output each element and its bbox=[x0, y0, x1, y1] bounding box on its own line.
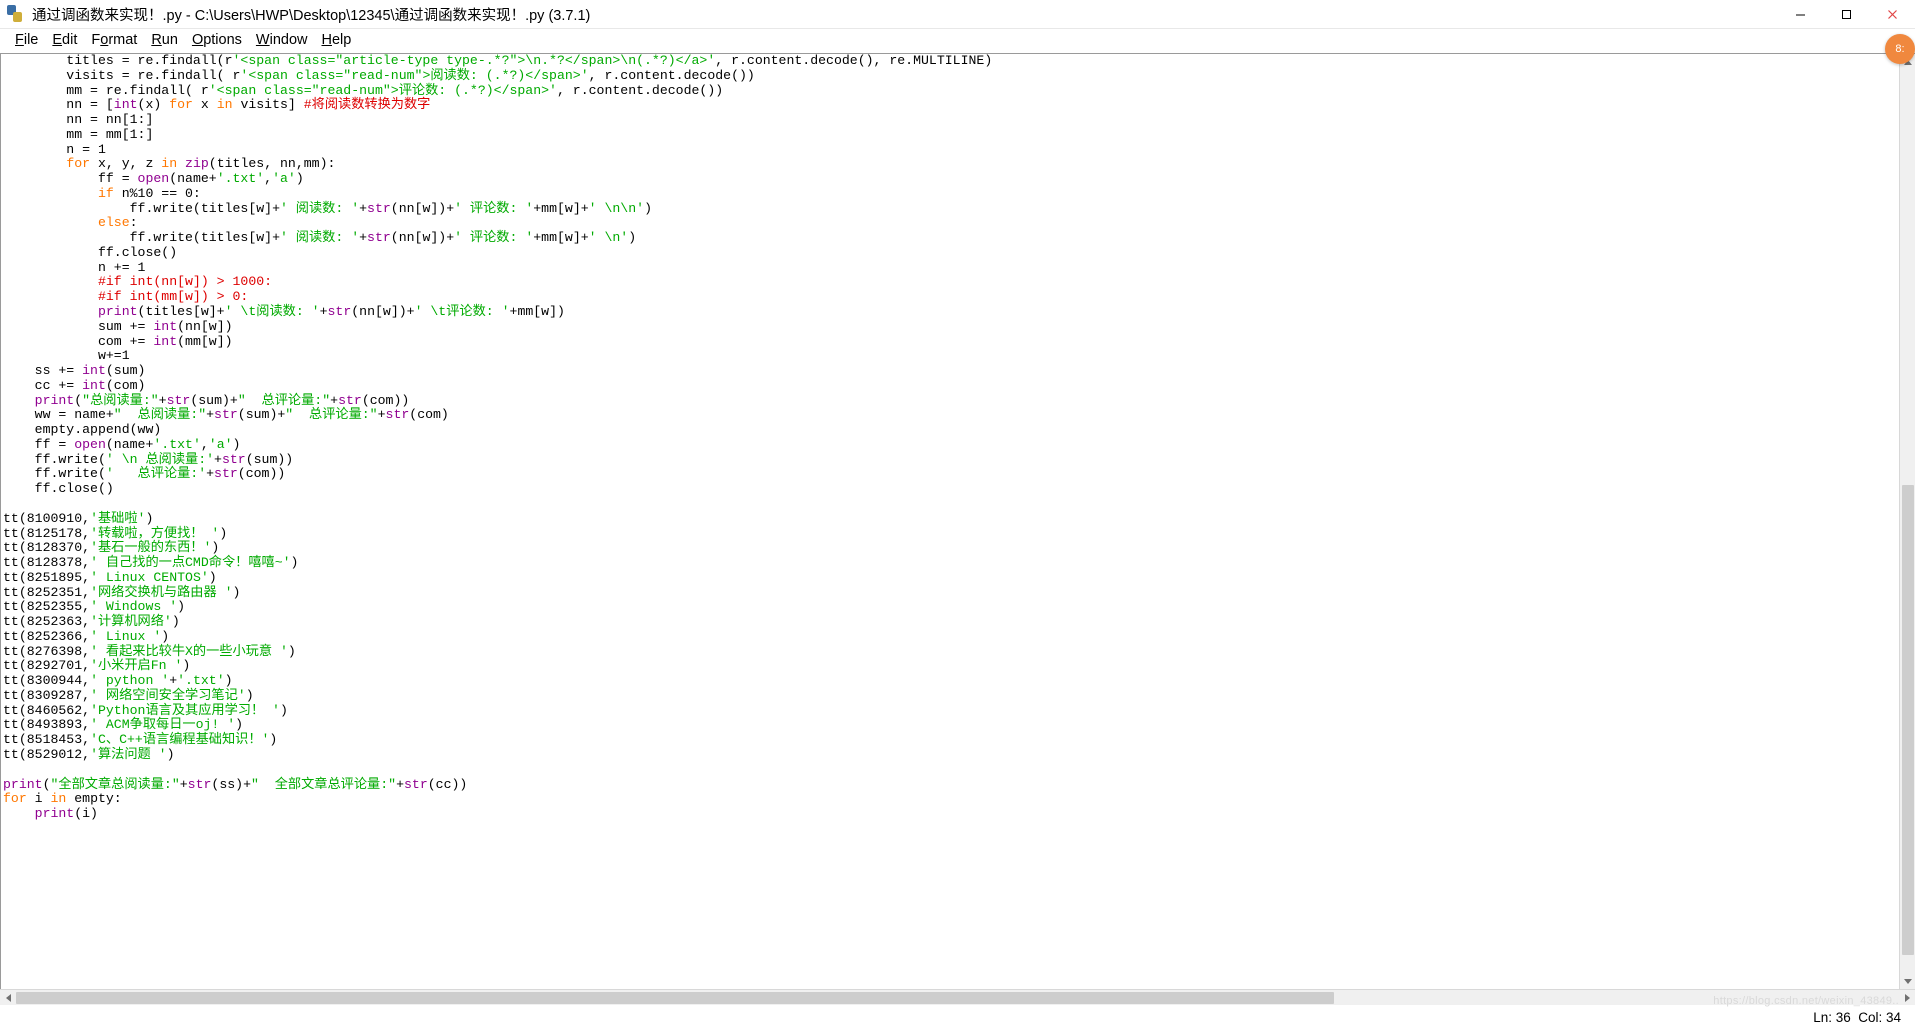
minimize-button[interactable] bbox=[1777, 0, 1823, 29]
code-text-region[interactable]: titles = re.findall(r'<span class="artic… bbox=[1, 54, 1899, 989]
vertical-scroll-thumb[interactable] bbox=[1902, 485, 1914, 955]
scroll-right-arrow-icon[interactable] bbox=[1899, 990, 1915, 1005]
title-bar: 通过调函数来实现！.py - C:\Users\HWP\Desktop\1234… bbox=[0, 0, 1915, 29]
menu-file-rest: ile bbox=[23, 32, 39, 48]
menu-bar: File Edit Format Run Options Window Help bbox=[0, 29, 1915, 53]
window-title: 通过调函数来实现！.py - C:\Users\HWP\Desktop\1234… bbox=[32, 7, 591, 24]
vertical-scrollbar[interactable] bbox=[1899, 54, 1915, 989]
maximize-button[interactable] bbox=[1823, 0, 1869, 29]
menu-item-run[interactable]: Run bbox=[144, 31, 185, 50]
menu-item-window[interactable]: Window bbox=[249, 31, 315, 50]
menu-window-rest: indow bbox=[269, 32, 308, 48]
menu-item-options[interactable]: Options bbox=[185, 31, 249, 50]
python-file-icon bbox=[7, 5, 25, 23]
source-code[interactable]: titles = re.findall(r'<span class="artic… bbox=[1, 54, 1899, 822]
menu-help-rest: elp bbox=[331, 32, 352, 48]
close-button[interactable] bbox=[1869, 0, 1915, 29]
scroll-down-arrow-icon[interactable] bbox=[1900, 973, 1915, 989]
floating-badge[interactable]: 8: bbox=[1885, 34, 1915, 64]
menu-item-edit[interactable]: Edit bbox=[45, 31, 84, 50]
horizontal-scroll-track[interactable] bbox=[16, 990, 1899, 1005]
horizontal-scrollbar[interactable] bbox=[0, 989, 1915, 1005]
menu-edit-rest: dit bbox=[62, 32, 78, 48]
menu-item-help[interactable]: Help bbox=[315, 31, 359, 50]
menu-item-file[interactable]: File bbox=[8, 31, 45, 50]
cursor-position-indicator: Ln: 36 Col: 34 bbox=[1813, 1009, 1901, 1025]
idle-editor-window: 通过调函数来实现！.py - C:\Users\HWP\Desktop\1234… bbox=[0, 0, 1915, 1029]
menu-run-rest: un bbox=[161, 32, 178, 48]
menu-item-format[interactable]: Format bbox=[84, 31, 144, 50]
editor-area: titles = re.findall(r'<span class="artic… bbox=[0, 53, 1915, 989]
window-controls bbox=[1777, 0, 1915, 29]
horizontal-scroll-thumb[interactable] bbox=[16, 992, 1334, 1004]
status-bar: https://blog.csdn.net/weixin_43849.. Ln:… bbox=[0, 995, 1915, 1029]
menu-format-rest: rmat bbox=[108, 32, 138, 48]
menu-options-rest: ptions bbox=[203, 32, 242, 48]
scroll-left-arrow-icon[interactable] bbox=[0, 990, 16, 1005]
